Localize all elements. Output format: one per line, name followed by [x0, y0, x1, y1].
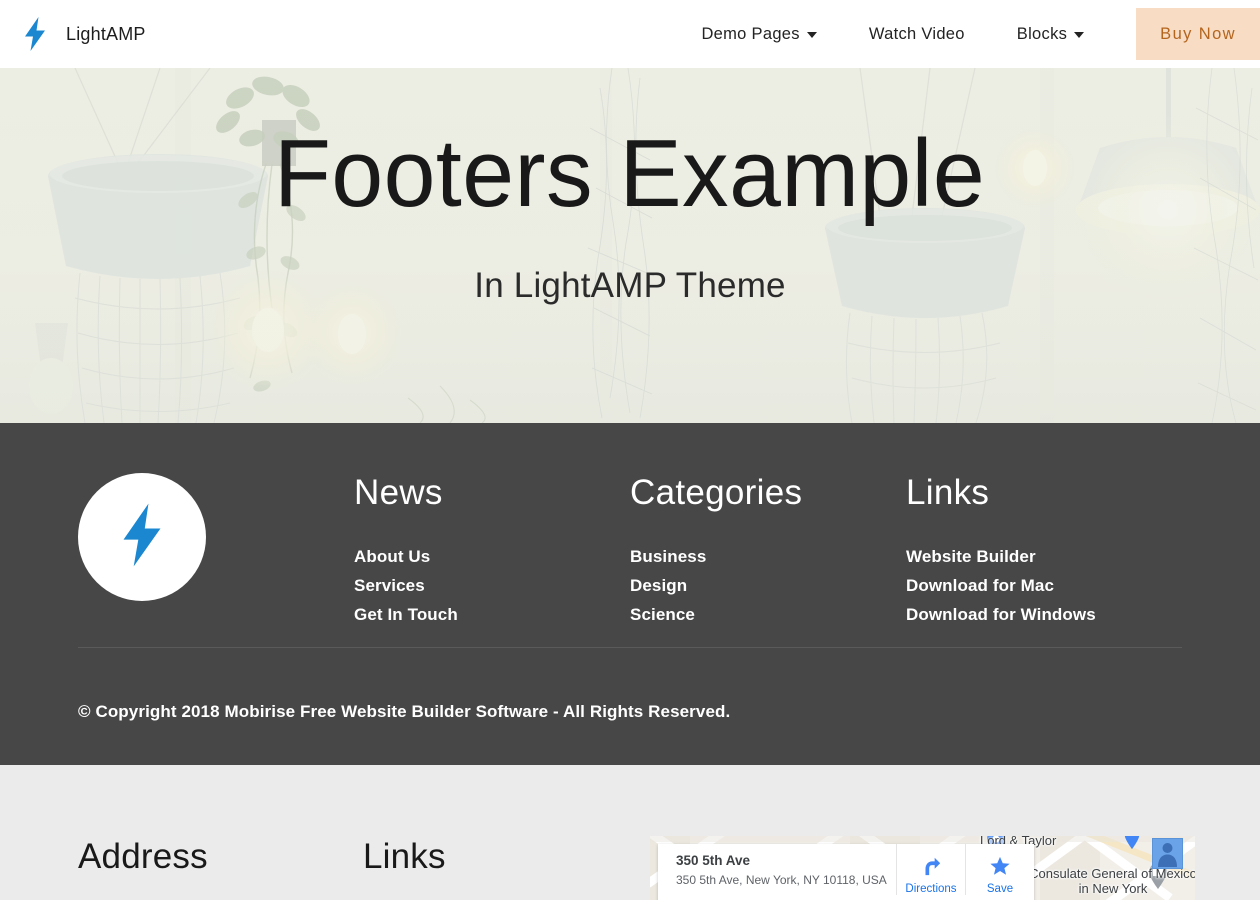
bottom-column-links: Links: [363, 837, 648, 877]
footer-logo-column: [78, 473, 354, 629]
footer-column-title: Links: [906, 473, 1182, 513]
map-place-card: 350 5th Ave 350 5th Ave, New York, NY 10…: [658, 844, 1034, 900]
bottom-column-address: Address: [78, 837, 363, 877]
page-subtitle: In LightAMP Theme: [474, 266, 785, 306]
map-label-consulate: Consulate General of Mexico in New York: [1028, 866, 1195, 897]
nav-item-label: Demo Pages: [701, 25, 799, 44]
map-place-info: 350 5th Ave 350 5th Ave, New York, NY 10…: [658, 844, 896, 889]
footer-link-design[interactable]: Design: [630, 571, 906, 600]
footer-link-download-mac[interactable]: Download for Mac: [906, 571, 1182, 600]
map-place-address: 350 5th Ave, New York, NY 10118, USA: [676, 873, 896, 889]
map-directions-button[interactable]: Directions: [896, 844, 965, 895]
directions-arrow-icon: [920, 855, 942, 877]
footer-link-download-windows[interactable]: Download for Windows: [906, 600, 1182, 629]
lightning-bolt-icon: [118, 503, 166, 572]
star-icon: [989, 855, 1011, 877]
map-marker-poi-icon[interactable]: [1124, 836, 1140, 850]
street-view-pegman-icon[interactable]: [1152, 838, 1183, 869]
nav-item-watch-video[interactable]: Watch Video: [869, 25, 965, 44]
hero-content: Footers Example In LightAMP Theme: [0, 68, 1260, 423]
footer-column-title: News: [354, 473, 630, 513]
site-header: LightAMP Demo Pages Watch Video Blocks B…: [0, 0, 1260, 68]
footer-column-links: Links Website Builder Download for Mac D…: [906, 473, 1182, 629]
footer-column-news: News About Us Services Get In Touch: [354, 473, 630, 629]
footer-link-science[interactable]: Science: [630, 600, 906, 629]
footer-link-about-us[interactable]: About Us: [354, 542, 630, 571]
nav-item-demo-pages[interactable]: Demo Pages: [701, 25, 816, 44]
address-title: Address: [78, 837, 363, 877]
google-map-embed[interactable]: Lord & Taylor Consulate General of Mexic…: [650, 836, 1195, 900]
nav-item-label: Blocks: [1017, 25, 1067, 44]
footer-link-business[interactable]: Business: [630, 542, 906, 571]
footer-divider: [78, 647, 1182, 648]
map-directions-label: Directions: [897, 883, 965, 895]
chevron-down-icon: [1074, 32, 1084, 38]
brand-name: LightAMP: [66, 24, 146, 45]
nav-item-label: Watch Video: [869, 25, 965, 44]
brand-logo-link[interactable]: LightAMP: [0, 17, 146, 51]
footer-columns: News About Us Services Get In Touch Cate…: [78, 423, 1182, 629]
map-place-name: 350 5th Ave: [676, 853, 896, 870]
map-card-actions: Directions Save: [896, 844, 1034, 895]
map-save-label: Save: [966, 883, 1034, 895]
footer-column-categories: Categories Business Design Science: [630, 473, 906, 629]
page-title: Footers Example: [274, 126, 985, 222]
main-navigation: Demo Pages Watch Video Blocks Buy Now: [701, 0, 1260, 68]
footer-link-website-builder[interactable]: Website Builder: [906, 542, 1182, 571]
buy-now-button[interactable]: Buy Now: [1136, 8, 1260, 60]
chevron-down-icon: [807, 32, 817, 38]
footer-logo-badge: [78, 473, 206, 601]
hero-section: Footers Example In LightAMP Theme: [0, 68, 1260, 423]
footer-column-title: Categories: [630, 473, 906, 513]
map-save-button[interactable]: Save: [965, 844, 1034, 895]
copyright-text: © Copyright 2018 Mobirise Free Website B…: [78, 702, 730, 722]
links-title: Links: [363, 837, 648, 877]
footer-link-get-in-touch[interactable]: Get In Touch: [354, 600, 630, 629]
nav-item-blocks[interactable]: Blocks: [1017, 25, 1084, 44]
lightning-bolt-icon: [22, 17, 48, 51]
footer-link-services[interactable]: Services: [354, 571, 630, 600]
